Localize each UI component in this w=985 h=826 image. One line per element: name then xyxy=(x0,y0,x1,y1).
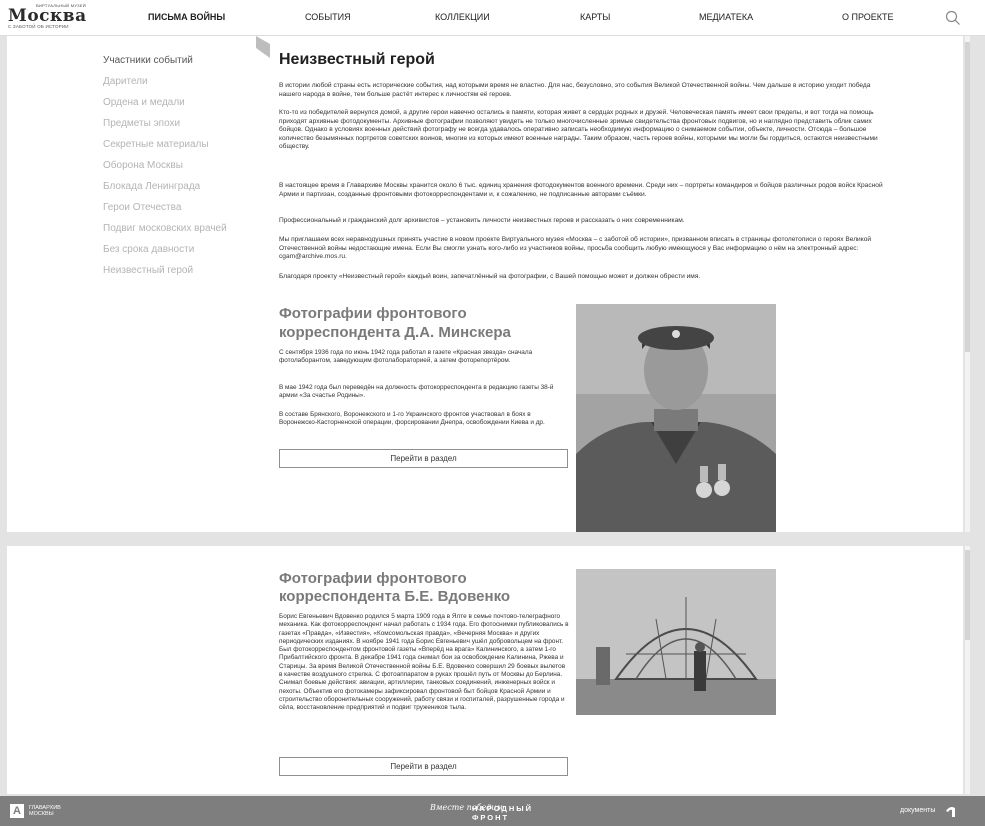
nav-events[interactable]: События xyxy=(305,11,351,23)
nav-media-library[interactable]: Медиатека xyxy=(699,11,753,23)
section-title-vdovenko-line1: Фотографии фронтового xyxy=(279,570,467,587)
go-to-section-minsker-button[interactable]: Перейти в раздел xyxy=(279,449,568,468)
minsker-paragraph-2: В мае 1942 года был переведён на должнос… xyxy=(279,384,554,400)
footer: А Главархив Москвы Вместе победим НАРОДН… xyxy=(0,796,985,826)
glavarchive-logo-line2: Москвы xyxy=(29,811,54,817)
nav-collections[interactable]: Коллекции xyxy=(435,11,490,23)
sidebar-item-moscow-defense[interactable]: Оборона Москвы xyxy=(103,159,183,172)
scrollbar-thumb-second[interactable] xyxy=(965,550,970,640)
section-title-minsker-line1: Фотографии фронтового xyxy=(279,305,467,322)
popular-front-logo[interactable]: Вместе победим НАРОДНЫЙ ФРОНТ xyxy=(430,801,560,823)
scrollbar-main[interactable] xyxy=(965,36,970,532)
popular-front-line2: ФРОНТ xyxy=(472,813,510,822)
sidebar-item-era-objects[interactable]: Предметы эпохи xyxy=(103,117,180,130)
scrollbar-second[interactable] xyxy=(965,546,970,794)
my-documents-text: документы xyxy=(900,807,936,814)
article-paragraph-2: Кто-то из победителей вернулся домой, а … xyxy=(279,109,878,150)
logo-title: Москва xyxy=(8,6,87,26)
nav-maps[interactable]: Карты xyxy=(580,11,610,23)
sidebar-item-orders-medals[interactable]: Ордена и медали xyxy=(103,96,185,109)
sidebar-item-donors[interactable]: Дарители xyxy=(103,75,148,88)
sidebar-item-unknown-hero[interactable]: Неизвестный герой xyxy=(103,264,193,277)
go-to-section-vdovenko-button[interactable]: Перейти в раздел xyxy=(279,757,568,776)
article-paragraph-6: Благодаря проекту «Неизвестный герой» ка… xyxy=(279,273,701,280)
article-paragraph-4: Профессиональный и гражданский долг архи… xyxy=(279,217,685,224)
section-title-minsker-line2: корреспондента Д.А. Минскера xyxy=(279,324,511,341)
article-paragraph-3: В настоящее время в Главархиве Москвы хр… xyxy=(279,182,883,198)
page-title: Неизвестный герой xyxy=(279,51,435,68)
section-corner-marker xyxy=(256,36,270,58)
my-documents-logo[interactable]: документы xyxy=(900,805,960,819)
site-logo[interactable]: Виртуальный музей Москва С заботой об ис… xyxy=(8,3,90,33)
glavarchive-logo-mark: А xyxy=(10,804,24,818)
article-paragraph-5: Мы приглашаем всех неравнодушных принять… xyxy=(279,236,872,260)
sidebar-item-secret-materials[interactable]: Секретные материалы xyxy=(103,138,209,151)
vdovenko-paragraph-1: Борис Евгеньевич Вдовенко родился 5 март… xyxy=(279,613,569,712)
my-documents-icon xyxy=(946,807,955,817)
sidebar-item-doctors[interactable]: Подвиг московских врачей xyxy=(103,222,227,235)
top-navigation-bar: Виртуальный музей Москва С заботой об ис… xyxy=(0,0,985,36)
nav-about-project[interactable]: О проекте xyxy=(842,11,894,23)
nav-letters-of-war[interactable]: Письма войны xyxy=(148,11,225,23)
sidebar-item-leningrad-siege[interactable]: Блокада Ленинграда xyxy=(103,180,200,193)
sidebar-item-participants[interactable]: Участники событий xyxy=(103,54,193,67)
sidebar-item-no-statute[interactable]: Без срока давности xyxy=(103,243,194,256)
minsker-paragraph-1: С сентября 1936 года по июнь 1942 года р… xyxy=(279,349,533,365)
photo-soldier-portrait[interactable] xyxy=(576,304,776,532)
minsker-paragraph-3: В составе Брянского, Воронежского и 1-го… xyxy=(279,411,545,427)
popular-front-line1: НАРОДНЫЙ xyxy=(472,804,533,813)
sidebar-item-heroes[interactable]: Герои Отечества xyxy=(103,201,181,214)
article-paragraph-1: В истории любой страны есть исторические… xyxy=(279,82,871,98)
search-icon[interactable] xyxy=(945,10,961,26)
photo-reichstag-dome[interactable] xyxy=(576,569,776,715)
section-title-vdovenko-line2: корреспондента Б.Е. Вдовенко xyxy=(279,588,511,605)
scrollbar-thumb[interactable] xyxy=(965,42,970,352)
